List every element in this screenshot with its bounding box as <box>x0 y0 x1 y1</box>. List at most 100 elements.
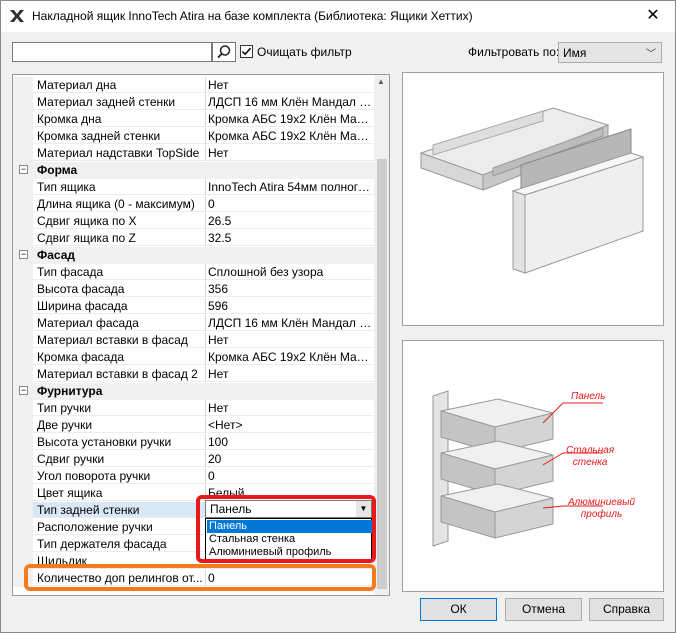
row-gutter <box>13 77 33 94</box>
property-name: Две ручки <box>33 417 206 433</box>
row-gutter <box>13 536 33 553</box>
collapse-toggle-icon[interactable]: − <box>19 165 28 174</box>
property-value[interactable]: 0 <box>206 196 374 212</box>
property-row[interactable]: Тип ручки Нет <box>13 400 374 417</box>
property-value[interactable]: Кромка АБС 19х2 Клён Манд... <box>206 111 374 127</box>
property-name: Сдвиг ящика по X <box>33 213 206 229</box>
property-name: Длина ящика (0 - максимум) <box>33 196 206 212</box>
title-bar: Накладной ящик InnoTech Atira на базе ко… <box>0 0 676 32</box>
row-gutter <box>13 502 33 519</box>
property-value[interactable]: 20 <box>206 451 374 467</box>
property-name: Материал вставки в фасад 2 <box>33 366 206 382</box>
property-name: Материал надставки TopSide <box>33 145 206 161</box>
row-gutter <box>13 281 33 298</box>
clear-filter-label[interactable]: Очищать фильтр <box>257 45 352 59</box>
property-value[interactable]: Кромка АБС 19х2 Клён Манд... <box>206 128 374 144</box>
property-row[interactable]: Материал надставки TopSide Нет <box>13 145 374 162</box>
property-row[interactable]: Материал вставки в фасад 2 Нет <box>13 366 374 383</box>
row-gutter <box>13 213 33 230</box>
property-row[interactable]: Две ручки <Нет> <box>13 417 374 434</box>
property-name: Кромка фасада <box>33 349 206 365</box>
help-button[interactable]: Справка <box>589 598 664 621</box>
row-gutter <box>13 298 33 315</box>
property-row[interactable]: Материал фасада ЛДСП 16 мм Клён Мандал на… <box>13 315 374 332</box>
clear-filter-checkbox[interactable] <box>240 45 253 58</box>
row-gutter <box>13 417 33 434</box>
search-button[interactable] <box>212 42 236 62</box>
row-gutter <box>13 519 33 536</box>
property-row[interactable]: Материал задней стенки ЛДСП 16 мм Клён Ма… <box>13 94 374 111</box>
back-wall-types-diagram: Панель Стальная стенка Алюминиевый профи… <box>402 340 664 592</box>
highlight-frame-orange <box>24 564 376 591</box>
property-value[interactable]: ЛДСП 16 мм Клён Мандал на... <box>206 315 374 331</box>
vertical-scrollbar[interactable]: ▲ <box>374 75 389 595</box>
property-name: Цвет ящика <box>33 485 206 501</box>
row-gutter <box>13 179 33 196</box>
property-row[interactable]: Угол поворота ручки 0 <box>13 468 374 485</box>
callout-panel: Панель <box>571 391 606 402</box>
property-row[interactable]: Высота фасада 356 <box>13 281 374 298</box>
property-category[interactable]: − Форма <box>13 162 374 179</box>
ok-button[interactable]: ОК <box>420 598 497 621</box>
drawer-illustration <box>419 107 645 274</box>
property-name: Кромка дна <box>33 111 206 127</box>
property-row[interactable]: Материал вставки в фасад Нет <box>13 332 374 349</box>
property-value[interactable]: 26.5 <box>206 213 374 229</box>
row-gutter <box>13 315 33 332</box>
property-row[interactable]: Сдвиг ручки 20 <box>13 451 374 468</box>
row-gutter <box>13 366 33 383</box>
property-row[interactable]: Кромка фасада Кромка АБС 19х2 Клён Манд..… <box>13 349 374 366</box>
row-gutter <box>13 349 33 366</box>
row-gutter <box>13 451 33 468</box>
property-value[interactable]: InnoTech Atira 54мм полного ... <box>206 179 374 195</box>
checkmark-icon <box>241 47 252 56</box>
property-value[interactable]: 100 <box>206 434 374 450</box>
property-name: Высота фасада <box>33 281 206 297</box>
property-row[interactable]: Тип ящика InnoTech Atira 54мм полного ... <box>13 179 374 196</box>
app-logo-icon <box>9 8 25 24</box>
row-gutter <box>13 485 33 502</box>
cancel-button[interactable]: Отмена <box>505 598 582 621</box>
property-name: Высота установки ручки <box>33 434 206 450</box>
property-row[interactable]: Кромка задней стенки Кромка АБС 19х2 Клён… <box>13 128 374 145</box>
property-value[interactable]: ЛДСП 16 мм Клён Мандал на... <box>206 94 374 110</box>
property-value[interactable]: 356 <box>206 281 374 297</box>
scroll-up-icon[interactable]: ▲ <box>377 77 385 86</box>
property-row[interactable]: Сдвиг ящика по Z 32.5 <box>13 230 374 247</box>
property-value[interactable]: Нет <box>206 400 374 416</box>
property-value[interactable]: 32.5 <box>206 230 374 246</box>
property-row[interactable]: Длина ящика (0 - максимум) 0 <box>13 196 374 213</box>
property-value[interactable]: Сплошной без узора <box>206 264 374 280</box>
row-gutter <box>13 145 33 162</box>
property-value[interactable]: <Нет> <box>206 417 374 433</box>
property-value[interactable]: Кромка АБС 19х2 Клён Манд... <box>206 349 374 365</box>
category-label: Фасад <box>37 248 76 262</box>
property-category[interactable]: − Фурнитура <box>13 383 374 400</box>
property-row[interactable]: Сдвиг ящика по X 26.5 <box>13 213 374 230</box>
row-gutter <box>13 128 33 145</box>
property-row[interactable]: Материал дна Нет <box>13 77 374 94</box>
property-name: Материал вставки в фасад <box>33 332 206 348</box>
property-value[interactable]: Нет <box>206 77 374 93</box>
property-row[interactable]: Тип фасада Сплошной без узора <box>13 264 374 281</box>
scrollbar-thumb[interactable] <box>377 159 387 589</box>
property-value[interactable]: 596 <box>206 298 374 314</box>
collapse-toggle-icon[interactable]: − <box>19 386 28 395</box>
property-value[interactable]: Нет <box>206 145 374 161</box>
search-input[interactable] <box>12 42 212 62</box>
property-value[interactable]: 0 <box>206 468 374 484</box>
property-name: Ширина фасада <box>33 298 206 314</box>
property-row[interactable]: Кромка дна Кромка АБС 19х2 Клён Манд... <box>13 111 374 128</box>
callout-steel-wall: Стальная стенка <box>566 445 615 468</box>
close-button[interactable]: ✕ <box>630 0 676 32</box>
property-category[interactable]: − Фасад <box>13 247 374 264</box>
filter-by-select[interactable]: Имя ﹀ <box>558 42 662 63</box>
property-name: Расположение ручки <box>33 519 206 535</box>
callout-aluminium-profile: Алюминиевый профиль <box>568 497 636 520</box>
property-value[interactable]: Нет <box>206 366 374 382</box>
property-value[interactable]: Нет <box>206 332 374 348</box>
property-row[interactable]: Высота установки ручки 100 <box>13 434 374 451</box>
highlight-frame-red <box>196 495 376 563</box>
collapse-toggle-icon[interactable]: − <box>19 250 28 259</box>
property-row[interactable]: Ширина фасада 596 <box>13 298 374 315</box>
